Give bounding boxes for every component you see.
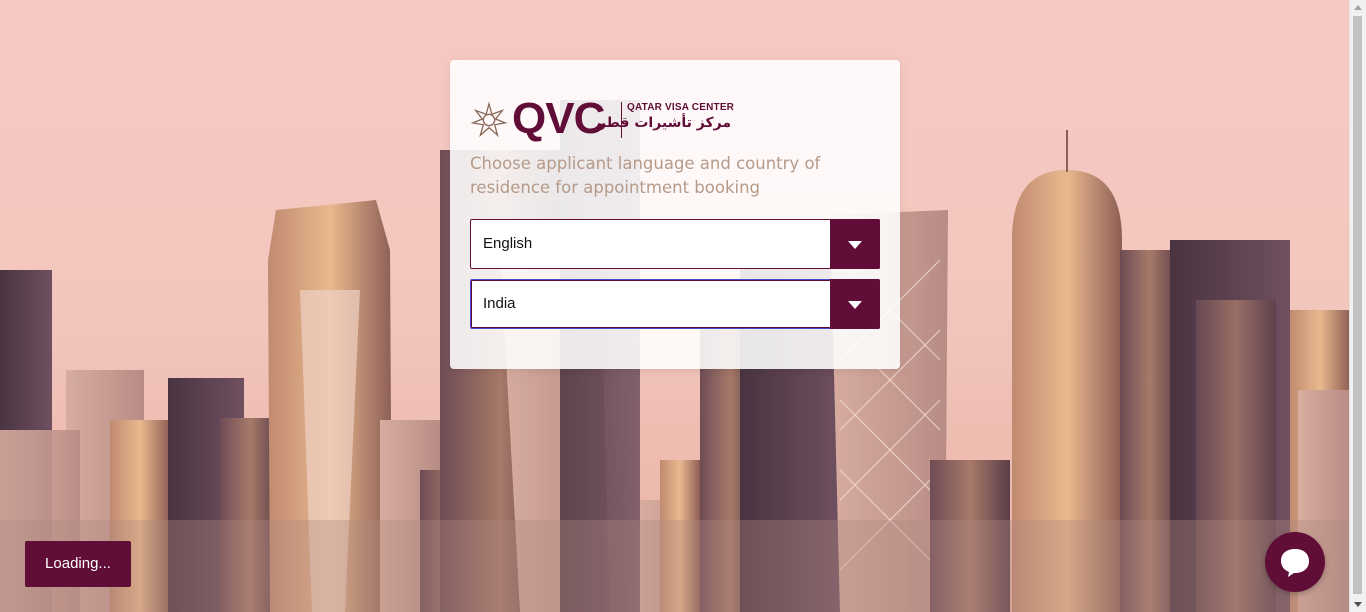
caret-down-icon	[848, 301, 862, 309]
scroll-thumb[interactable]	[1353, 16, 1362, 594]
scroll-down-arrow-icon[interactable]	[1354, 602, 1362, 607]
loading-indicator: Loading...	[25, 541, 131, 587]
chat-button[interactable]	[1265, 532, 1325, 592]
country-dropdown-button[interactable]	[830, 279, 880, 329]
vertical-scrollbar[interactable]	[1349, 0, 1366, 612]
instruction-text: Choose applicant language and country of…	[470, 154, 821, 197]
country-select[interactable]: India	[470, 279, 880, 329]
language-select-value: English	[483, 235, 533, 252]
language-dropdown-button[interactable]	[830, 219, 880, 269]
logo-english-name: QATAR VISA CENTER	[627, 102, 735, 113]
logo-arabic-name: مركز تأشيرات قطر	[597, 115, 731, 131]
selection-card: QVC QATAR VISA CENTER مركز تأشيرات قطر C…	[450, 60, 900, 369]
scroll-up-arrow-icon[interactable]	[1354, 5, 1362, 10]
page: QVC QATAR VISA CENTER مركز تأشيرات قطر C…	[0, 0, 1366, 612]
caret-down-icon	[848, 241, 862, 249]
qvc-wordmark: QVC	[512, 94, 605, 143]
qvc-star-logo-icon	[470, 101, 508, 138]
qvc-logo: QVC QATAR VISA CENTER مركز تأشيرات قطر	[470, 94, 740, 143]
country-select-value: India	[483, 295, 516, 312]
chat-bubble-icon	[1281, 549, 1309, 577]
language-select[interactable]: English	[470, 219, 880, 269]
